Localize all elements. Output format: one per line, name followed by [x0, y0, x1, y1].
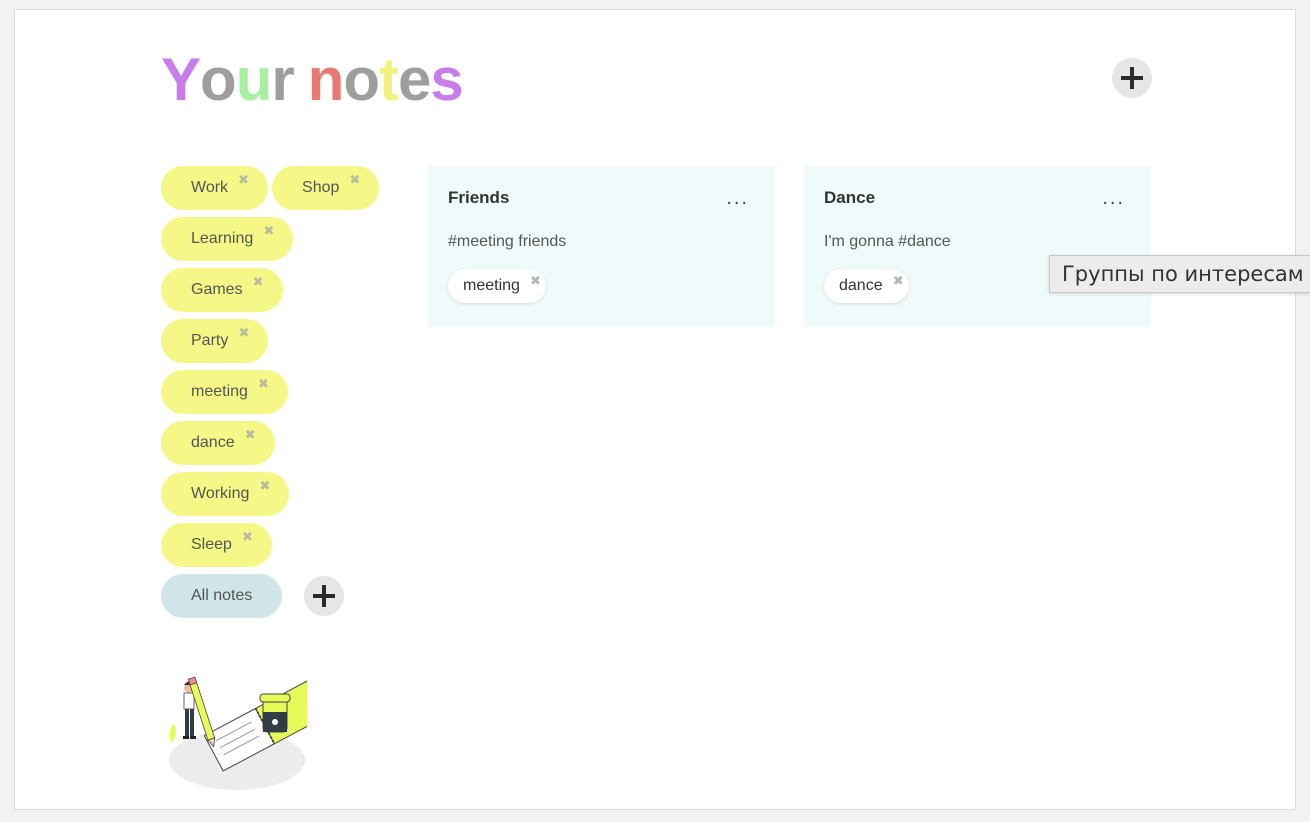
tag-label: Games	[191, 281, 243, 298]
note-text: I'm gonna #dance	[824, 233, 951, 250]
title-letter: e	[398, 46, 431, 113]
tag-games[interactable]: Games ✖	[161, 268, 283, 312]
note-tag[interactable]: dance ✖	[824, 269, 909, 303]
add-note-button[interactable]	[1112, 58, 1152, 98]
note-title: Friends	[448, 188, 510, 207]
remove-tag-icon[interactable]: ✖	[242, 530, 253, 544]
plus-icon	[1121, 67, 1143, 89]
tag-dance[interactable]: dance ✖	[161, 421, 275, 465]
tag-row: Party ✖	[161, 319, 401, 363]
tag-learning[interactable]: Learning ✖	[161, 217, 294, 261]
tag-list: Work ✖ Shop ✖ Learning ✖ Games ✖ Party ✖	[161, 166, 401, 625]
all-notes-label: All notes	[191, 587, 253, 604]
tag-work[interactable]: Work ✖	[161, 166, 269, 210]
note-tag-label: meeting	[463, 277, 520, 294]
tag-label: dance	[191, 434, 235, 451]
remove-tag-icon[interactable]: ✖	[245, 428, 256, 442]
tag-row: Work ✖ Shop ✖	[161, 166, 401, 210]
title-letter: t	[379, 46, 399, 113]
remove-tag-icon[interactable]: ✖	[258, 377, 269, 391]
note-card[interactable]: Friends ... #meeting friends meeting ✖	[428, 166, 775, 327]
note-title: Dance	[824, 188, 876, 207]
notebook-illustration	[169, 676, 307, 790]
tag-label: Shop	[302, 179, 340, 196]
remove-tag-icon[interactable]: ✖	[893, 274, 904, 288]
tooltip-text: Группы по интересам	[1062, 262, 1304, 286]
title-letter: n	[307, 46, 345, 113]
tag-label: Learning	[191, 230, 254, 247]
tag-label: Working	[191, 485, 250, 502]
title-letter: u	[235, 46, 273, 113]
note-text: #meeting friends	[448, 233, 567, 250]
title-letter: s	[430, 46, 463, 113]
remove-tag-icon[interactable]: ✖	[350, 173, 361, 187]
all-notes-button[interactable]: All notes	[161, 574, 283, 618]
tag-party[interactable]: Party ✖	[161, 319, 269, 363]
title-letter: r	[271, 46, 294, 113]
tag-row: Games ✖	[161, 268, 401, 312]
remove-tag-icon[interactable]: ✖	[238, 326, 249, 340]
tag-label: Work	[191, 179, 229, 196]
tag-shop[interactable]: Shop ✖	[272, 166, 380, 210]
title-letter: o	[343, 46, 380, 113]
tag-label: Party	[191, 332, 229, 349]
more-options-icon[interactable]: ...	[726, 188, 749, 208]
tag-row: Working ✖	[161, 472, 401, 516]
tag-row: meeting ✖	[161, 370, 401, 414]
tag-row: dance ✖	[161, 421, 401, 465]
tag-row: Sleep ✖	[161, 523, 401, 567]
tag-working[interactable]: Working ✖	[161, 472, 290, 516]
tag-row: All notes	[161, 574, 401, 618]
more-options-icon[interactable]: ...	[1102, 188, 1125, 208]
tag-label: Sleep	[191, 536, 232, 553]
page-title: Your notes	[161, 46, 464, 113]
remove-tag-icon[interactable]: ✖	[253, 275, 264, 289]
note-card[interactable]: Dance ... I'm gonna #dance dance ✖	[804, 166, 1151, 327]
tooltip: Группы по интересам	[1049, 255, 1310, 293]
note-tag[interactable]: meeting ✖	[448, 269, 546, 303]
remove-tag-icon[interactable]: ✖	[263, 224, 274, 238]
add-tag-button[interactable]	[304, 576, 345, 616]
tag-row: Learning ✖	[161, 217, 401, 261]
title-letter: Y	[161, 46, 201, 113]
remove-tag-icon[interactable]: ✖	[530, 274, 541, 288]
note-tag-label: dance	[839, 277, 883, 294]
title-letter: o	[200, 46, 237, 113]
plus-icon	[313, 585, 336, 607]
remove-tag-icon[interactable]: ✖	[259, 479, 270, 493]
app-window: Your notes Work ✖ Shop ✖ Learning ✖ Game…	[14, 9, 1296, 810]
tag-meeting[interactable]: meeting ✖	[161, 370, 288, 414]
remove-tag-icon[interactable]: ✖	[238, 173, 249, 187]
tag-sleep[interactable]: Sleep ✖	[161, 523, 272, 567]
tag-label: meeting	[191, 383, 248, 400]
